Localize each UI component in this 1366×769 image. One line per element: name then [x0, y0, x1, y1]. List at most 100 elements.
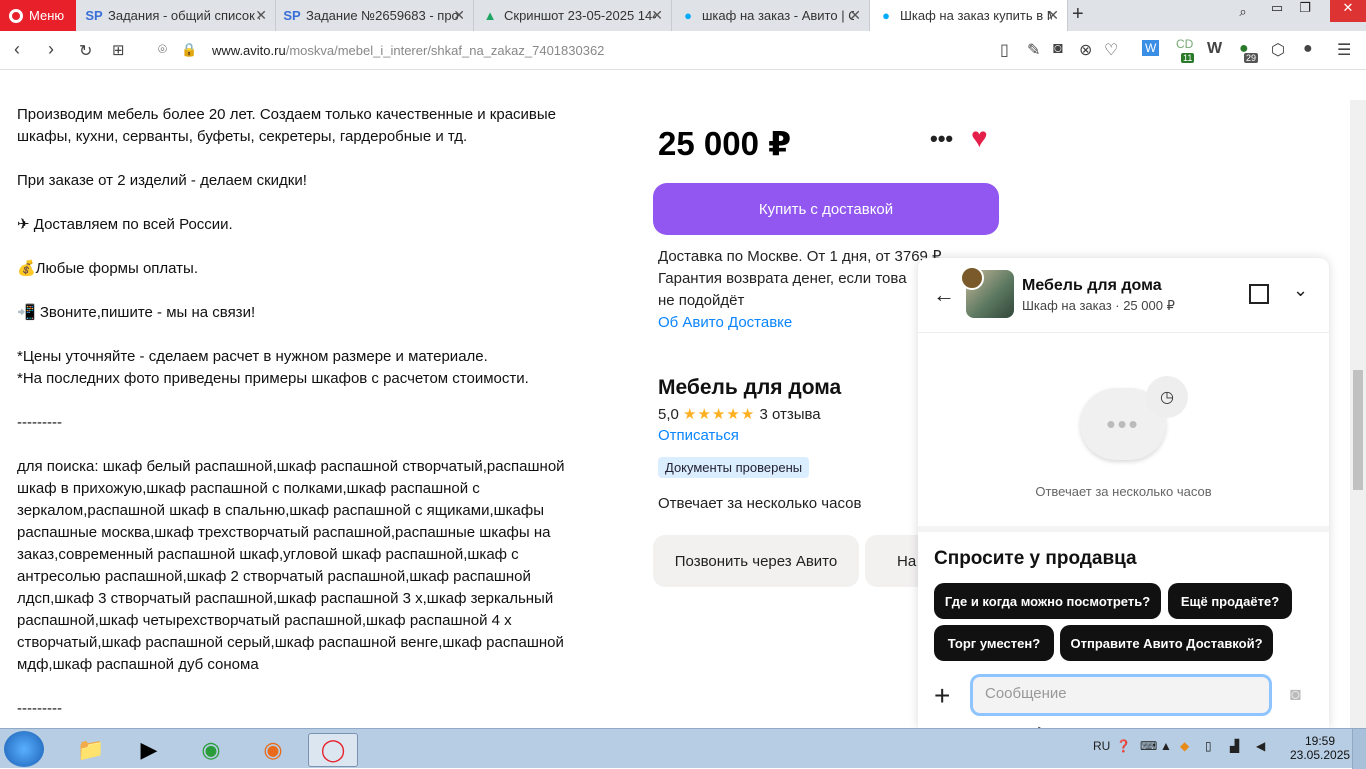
- volume-icon[interactable]: ◀: [1256, 739, 1265, 753]
- firefox-icon[interactable]: ◉: [248, 733, 298, 767]
- sp-favicon-icon: SP: [283, 8, 301, 23]
- edit-icon[interactable]: ✎: [1027, 40, 1040, 60]
- attach-plus-icon[interactable]: +: [934, 680, 950, 712]
- explorer-icon[interactable]: 📁: [66, 733, 116, 767]
- clock-date: 23.05.2025: [1290, 748, 1351, 762]
- description-paragraph: *Цены уточняйте - сделаем расчет в нужно…: [17, 348, 529, 387]
- item-description: Производим мебель более 20 лет. Создаем …: [17, 104, 587, 728]
- media-player-icon[interactable]: ▶: [124, 733, 174, 767]
- tabs-grid-icon[interactable]: ⊞: [112, 41, 125, 59]
- description-divider: ---------: [17, 700, 62, 717]
- chat-panel: ← Мебель для дома Шкаф на заказ · 25 000…: [918, 258, 1329, 728]
- start-button[interactable]: [4, 731, 44, 767]
- avito-icon: ●: [684, 8, 692, 23]
- reviews-link[interactable]: 3 отзыва: [759, 406, 820, 423]
- quick-question-button[interactable]: Отправите Авито Доставкой?: [1060, 625, 1273, 661]
- tab-title: Задание №2659683 - про: [306, 8, 458, 23]
- delivery-info: Доставка по Москве. От 1 дня, от 3769 ₽ …: [658, 246, 958, 334]
- tab-tasks-list[interactable]: SP Задания - общий список з ✕: [78, 0, 276, 31]
- keyboard-icon[interactable]: ⌨: [1140, 739, 1157, 753]
- help-icon[interactable]: ❓: [1116, 739, 1131, 753]
- seller-name[interactable]: Мебель для дома: [658, 376, 841, 400]
- menu-label: Меню: [29, 8, 65, 23]
- seller-rating: 5,0 ★★★★★ 3 отзыва: [658, 405, 821, 423]
- description-paragraph: При заказе от 2 изделий - делаем скидки!: [17, 172, 307, 189]
- close-tab-icon[interactable]: ✕: [255, 7, 267, 24]
- back-icon[interactable]: ‹: [14, 39, 20, 60]
- easy-setup-icon[interactable]: ☰: [1337, 40, 1351, 60]
- tray-expand-icon[interactable]: ▲: [1160, 739, 1172, 753]
- windows-taskbar: 📁 ▶ ◉ ◉ ◯ RU ❓ ⌨ ▲ ◆ ▯ ▟ ◀ 19:59 23.05.2…: [0, 728, 1366, 769]
- chat-title: Мебель для дома: [1022, 277, 1162, 294]
- open-external-icon[interactable]: [1249, 284, 1269, 304]
- page-scrollbar[interactable]: [1350, 100, 1366, 728]
- call-via-avito-button[interactable]: Позвонить через Авито: [653, 535, 859, 587]
- quick-question-button[interactable]: Ещё продаёте?: [1168, 583, 1292, 619]
- close-tab-icon[interactable]: ✕: [849, 7, 861, 24]
- profile-avatar-icon[interactable]: ●: [1303, 40, 1313, 58]
- opera-menu-button[interactable]: Меню: [0, 0, 76, 31]
- location-pin-icon[interactable]: ⌾: [158, 41, 167, 58]
- close-tab-icon[interactable]: ✕: [651, 7, 663, 24]
- more-options-icon[interactable]: •••: [930, 126, 953, 152]
- tab-avito-listing[interactable]: ● Шкаф на заказ купить в М ✕: [870, 0, 1068, 31]
- minimize-icon[interactable]: ▭: [1262, 0, 1292, 22]
- restore-icon[interactable]: ❐: [1290, 0, 1320, 22]
- adblock-icon[interactable]: ⊗: [1079, 40, 1092, 60]
- reader-mode-icon[interactable]: ▯: [1000, 40, 1009, 60]
- chrome-icon[interactable]: ◉: [186, 733, 236, 767]
- bookmark-heart-icon[interactable]: ♡: [1104, 40, 1118, 60]
- description-paragraph: ✈ Доставляем по всей России.: [17, 216, 233, 233]
- url-field[interactable]: www.avito.ru/moskva/mebel_i_interer/shka…: [212, 43, 604, 58]
- show-desktop-button[interactable]: [1352, 729, 1366, 769]
- message-input[interactable]: Сообщение: [970, 674, 1272, 716]
- language-indicator[interactable]: RU: [1093, 739, 1110, 753]
- delivery-line: Доставка по Москве. От 1 дня, от 3769 ₽: [658, 248, 942, 265]
- opera-icon[interactable]: ◯: [308, 733, 358, 767]
- close-window-icon[interactable]: ✕: [1330, 0, 1366, 22]
- cube-icon[interactable]: ⬡: [1271, 40, 1285, 60]
- tab-title: шкаф на заказ - Авито | О: [702, 8, 854, 23]
- tab-screenshot[interactable]: ▲ Скриншот 23-05-2025 144 ✕: [474, 0, 672, 31]
- drive-icon: ▲: [483, 8, 497, 23]
- close-tab-icon[interactable]: ✕: [453, 7, 465, 24]
- extension-badge: 11: [1181, 53, 1195, 63]
- system-clock[interactable]: 19:59 23.05.2025: [1290, 734, 1350, 762]
- tab-avito-search[interactable]: ● шкаф на заказ - Авито | О ✕: [672, 0, 870, 31]
- forward-icon[interactable]: ›: [48, 39, 54, 60]
- lock-icon[interactable]: 🔒: [181, 42, 197, 58]
- about-delivery-link[interactable]: Об Авито Доставке: [658, 312, 958, 334]
- sp-favicon-icon: SP: [85, 8, 103, 23]
- quick-question-button[interactable]: Где и когда можно посмотреть?: [934, 583, 1161, 619]
- reload-icon[interactable]: ↻: [79, 41, 92, 61]
- tab-task-2659683[interactable]: SP Задание №2659683 - про ✕: [276, 0, 474, 31]
- buy-with-delivery-button[interactable]: Купить с доставкой: [653, 183, 999, 235]
- unsubscribe-link[interactable]: Отписаться: [658, 427, 739, 444]
- app-tray-icon[interactable]: ◆: [1180, 739, 1189, 753]
- close-tab-icon[interactable]: ✕: [1047, 7, 1059, 24]
- url-path: /moskva/mebel_i_interer/shkaf_na_zakaz_7…: [285, 43, 605, 58]
- battery-icon[interactable]: ▯: [1205, 739, 1212, 753]
- chevron-down-icon[interactable]: ⌄: [1293, 280, 1308, 301]
- address-bar: ‹ › ↻ ⊞ ⌾ 🔒 www.avito.ru/moskva/mebel_i_…: [0, 31, 1366, 70]
- search-tabs-icon[interactable]: ⌕: [1228, 4, 1258, 26]
- wiki-extension-icon[interactable]: W: [1207, 40, 1222, 58]
- camera-icon[interactable]: ◙: [1053, 40, 1063, 58]
- opera-logo-icon: [9, 8, 23, 23]
- network-icon[interactable]: ▟: [1230, 739, 1239, 753]
- word-extension-icon[interactable]: W: [1142, 40, 1160, 56]
- seller-response-time: Отвечает за несколько часов: [658, 495, 862, 512]
- tab-title: Задания - общий список з: [108, 8, 260, 23]
- camera-icon[interactable]: ◙: [1290, 684, 1301, 705]
- avito-icon: ●: [882, 8, 890, 23]
- favorite-heart-icon[interactable]: ♥: [971, 122, 988, 154]
- clock-time: 19:59: [1304, 734, 1336, 748]
- scrollbar-thumb[interactable]: [1353, 370, 1363, 490]
- quick-question-button[interactable]: Торг уместен?: [934, 625, 1054, 661]
- seo-extension-icon[interactable]: CD: [1176, 37, 1193, 51]
- browser-tab-bar: Меню SP Задания - общий список з ✕ SP За…: [0, 0, 1366, 31]
- new-tab-icon[interactable]: +: [1072, 3, 1084, 26]
- back-arrow-icon[interactable]: ←: [933, 282, 955, 308]
- clock-icon: ◷: [1146, 376, 1188, 418]
- price: 25 000 ₽: [658, 125, 792, 162]
